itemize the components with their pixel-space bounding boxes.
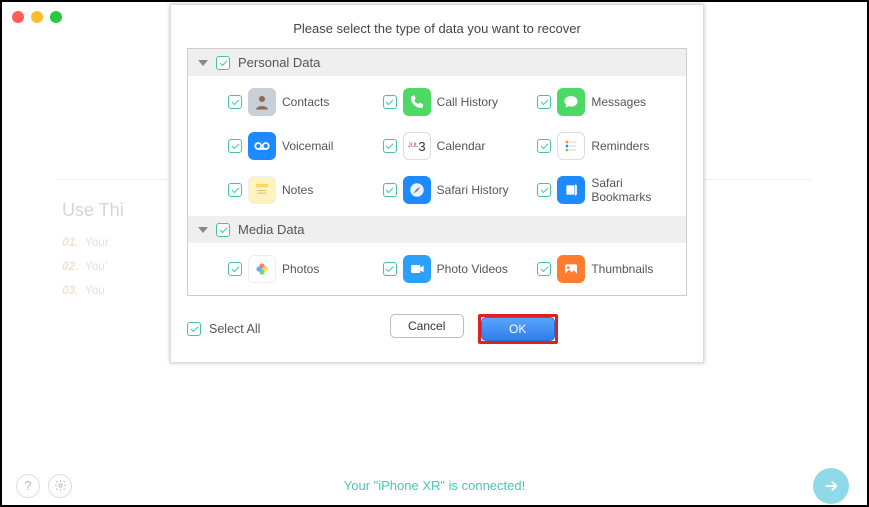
item-reminders[interactable]: Reminders [531, 124, 686, 168]
modal-body: Personal Data Contacts Call History Mess… [187, 48, 687, 296]
item-label: Safari History [437, 183, 509, 197]
item-call-history[interactable]: Call History [377, 80, 532, 124]
item-checkbox[interactable] [537, 262, 551, 276]
item-label: Calendar [437, 139, 486, 153]
voicemail-icon [248, 132, 276, 160]
chevron-down-icon [198, 60, 208, 66]
notes-icon [248, 176, 276, 204]
footer-bar: ? Your "iPhone XR" is connected! [2, 478, 867, 493]
item-checkbox[interactable] [228, 139, 242, 153]
data-type-modal: Please select the type of data you want … [170, 4, 704, 363]
help-icon[interactable]: ? [16, 474, 40, 498]
item-checkbox[interactable] [228, 183, 242, 197]
item-checkbox[interactable] [383, 95, 397, 109]
item-checkbox[interactable] [228, 95, 242, 109]
item-checkbox[interactable] [537, 139, 551, 153]
photo-videos-icon [403, 255, 431, 283]
item-label: Call History [437, 95, 498, 109]
cancel-button[interactable]: Cancel [390, 314, 464, 338]
item-checkbox[interactable] [228, 262, 242, 276]
ok-button-highlight: OK [478, 314, 558, 344]
item-photos[interactable]: Photos [222, 247, 377, 291]
group-header-personal[interactable]: Personal Data [188, 49, 686, 76]
reminders-icon [557, 132, 585, 160]
group-label: Personal Data [238, 55, 320, 70]
items-grid-personal: Contacts Call History Messages Voicemail… [188, 76, 686, 216]
select-all-label: Select All [209, 322, 260, 336]
item-checkbox[interactable] [537, 183, 551, 197]
select-all-checkbox[interactable] [187, 322, 201, 336]
item-messages[interactable]: Messages [531, 80, 686, 124]
item-voicemail[interactable]: Voicemail [222, 124, 377, 168]
item-checkbox[interactable] [383, 262, 397, 276]
items-grid-media: Photos Photo Videos Thumbnails [188, 243, 686, 295]
item-label: Thumbnails [591, 262, 653, 276]
item-photo-videos[interactable]: Photo Videos [377, 247, 532, 291]
ok-button[interactable]: OK [481, 317, 555, 341]
group-label: Media Data [238, 222, 304, 237]
item-checkbox[interactable] [383, 183, 397, 197]
phone-icon [403, 88, 431, 116]
group-header-media[interactable]: Media Data [188, 216, 686, 243]
item-calendar[interactable]: JUL3 Calendar [377, 124, 532, 168]
group-checkbox[interactable] [216, 56, 230, 70]
contacts-icon [248, 88, 276, 116]
message-icon [557, 88, 585, 116]
item-safari-history[interactable]: Safari History [377, 168, 532, 212]
item-contacts[interactable]: Contacts [222, 80, 377, 124]
group-checkbox[interactable] [216, 223, 230, 237]
item-checkbox[interactable] [537, 95, 551, 109]
select-all-toggle[interactable]: Select All [187, 322, 260, 336]
connection-status: Your "iPhone XR" is connected! [344, 478, 525, 493]
item-thumbnails[interactable]: Thumbnails [531, 247, 686, 291]
item-label: Photos [282, 262, 319, 276]
bookmark-icon [557, 176, 585, 204]
item-checkbox[interactable] [383, 139, 397, 153]
item-label: Notes [282, 183, 313, 197]
item-label: Photo Videos [437, 262, 508, 276]
modal-title: Please select the type of data you want … [171, 5, 703, 48]
gear-icon[interactable] [48, 474, 72, 498]
proceed-arrow-button[interactable] [813, 468, 849, 504]
item-label: Safari Bookmarks [591, 176, 680, 204]
item-label: Voicemail [282, 139, 333, 153]
item-notes[interactable]: Notes [222, 168, 377, 212]
item-label: Messages [591, 95, 646, 109]
photos-icon [248, 255, 276, 283]
chevron-down-icon [198, 227, 208, 233]
item-label: Contacts [282, 95, 329, 109]
thumbnails-icon [557, 255, 585, 283]
safari-icon [403, 176, 431, 204]
item-safari-bookmarks[interactable]: Safari Bookmarks [531, 168, 686, 212]
item-label: Reminders [591, 139, 649, 153]
calendar-icon: JUL3 [403, 132, 431, 160]
modal-footer: Select All Cancel OK [171, 296, 703, 362]
